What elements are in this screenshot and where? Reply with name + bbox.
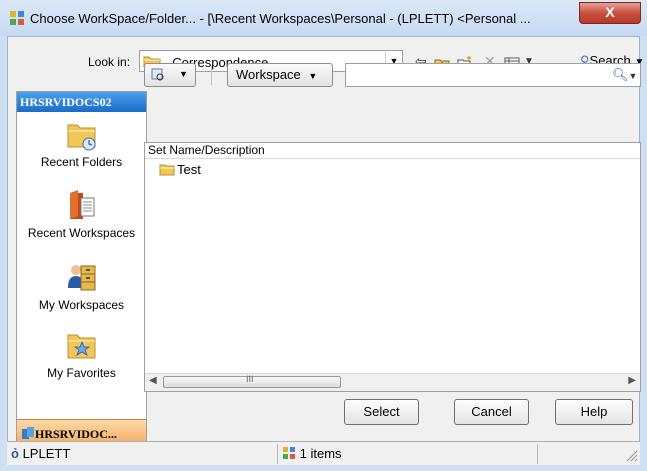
- my-favorites-icon: [67, 334, 95, 359]
- sidebar-item-recent-workspaces[interactable]: Recent Workspaces: [17, 188, 146, 240]
- horizontal-scrollbar[interactable]: ◀ III ▶: [145, 373, 640, 391]
- resize-grip[interactable]: [537, 444, 640, 464]
- dialog-window: Choose WorkSpace/Folder... - [\Recent Wo…: [0, 0, 647, 471]
- chevron-down-icon: ▼: [308, 71, 318, 81]
- recent-workspaces-icon: [69, 190, 94, 219]
- sidebar-item-label: Recent Folders: [40, 155, 123, 169]
- title-bar[interactable]: Choose WorkSpace/Folder... - [\Recent Wo…: [0, 0, 647, 36]
- sidebar: HRSRVIDOCS02 Recent Folders Recent Works…: [16, 91, 147, 448]
- app-icon: [10, 11, 24, 25]
- sidebar-item-recent-folders[interactable]: Recent Folders: [17, 119, 146, 169]
- close-icon: X: [605, 4, 615, 20]
- select-button[interactable]: Select: [344, 399, 419, 425]
- filter-chevron-icon: ▼: [179, 69, 188, 79]
- window-title: Choose WorkSpace/Folder... - [\Recent Wo…: [30, 11, 531, 26]
- workspace-scope-dropdown[interactable]: Workspace ▼: [227, 63, 333, 87]
- search-go-chevron-icon: ▼: [628, 71, 638, 81]
- sidebar-item-label: My Favorites: [47, 366, 116, 380]
- scroll-right-icon[interactable]: ▶: [628, 375, 636, 386]
- close-button[interactable]: X: [579, 2, 641, 24]
- sidebar-server-header[interactable]: HRSRVIDOCS02: [17, 92, 146, 112]
- sidebar-footer-label: HRSRVIDOC...: [35, 427, 117, 441]
- filter-icon: [151, 68, 164, 81]
- list-item[interactable]: Test: [159, 162, 201, 177]
- cancel-button[interactable]: Cancel: [454, 399, 529, 425]
- filter-button[interactable]: ▼: [144, 63, 196, 87]
- recent-folders-icon: [67, 124, 95, 151]
- sidebar-item-my-workspaces[interactable]: My Workspaces: [17, 260, 146, 312]
- dialog-body: Look in: _Correspondence ▼ ⇦ ✕ ▼ ⚲Search…: [7, 36, 644, 464]
- server-icon: [22, 427, 34, 439]
- user-icon: ỏ: [11, 446, 19, 461]
- sidebar-item-label: My Workspaces: [38, 298, 125, 312]
- workspace-list[interactable]: Set Name/Description Test ◀ III ▶: [144, 142, 641, 392]
- list-item-label: Test: [177, 162, 201, 177]
- status-user: ỏ LPLETT: [7, 444, 271, 464]
- status-count-label: 1 items: [299, 446, 342, 461]
- sidebar-item-my-favorites[interactable]: My Favorites: [17, 328, 146, 380]
- help-button[interactable]: Help: [555, 399, 633, 425]
- status-count: 1 items: [277, 444, 535, 464]
- search-input[interactable]: [345, 63, 641, 87]
- sidebar-item-label: Recent Workspaces: [27, 226, 136, 240]
- scroll-left-icon[interactable]: ◀: [149, 375, 157, 386]
- search-icon: 🔍︎: [612, 67, 629, 82]
- status-user-label: LPLETT: [22, 446, 71, 461]
- my-workspaces-icon: [67, 265, 95, 291]
- column-header-set-name[interactable]: Set Name/Description: [145, 143, 640, 159]
- resize-grip-icon: [626, 450, 638, 462]
- toolbar-separator: [211, 65, 212, 85]
- items-icon: [283, 447, 295, 459]
- folder-icon: [159, 164, 175, 176]
- search-go-button[interactable]: 🔍︎▼: [612, 64, 640, 86]
- grip-icon: III: [246, 374, 254, 384]
- scrollbar-thumb[interactable]: III: [163, 374, 341, 388]
- lookin-label: Look in:: [88, 55, 131, 69]
- workspace-scope-label: Workspace: [236, 67, 301, 82]
- status-bar: ỏ LPLETT 1 items: [7, 441, 640, 465]
